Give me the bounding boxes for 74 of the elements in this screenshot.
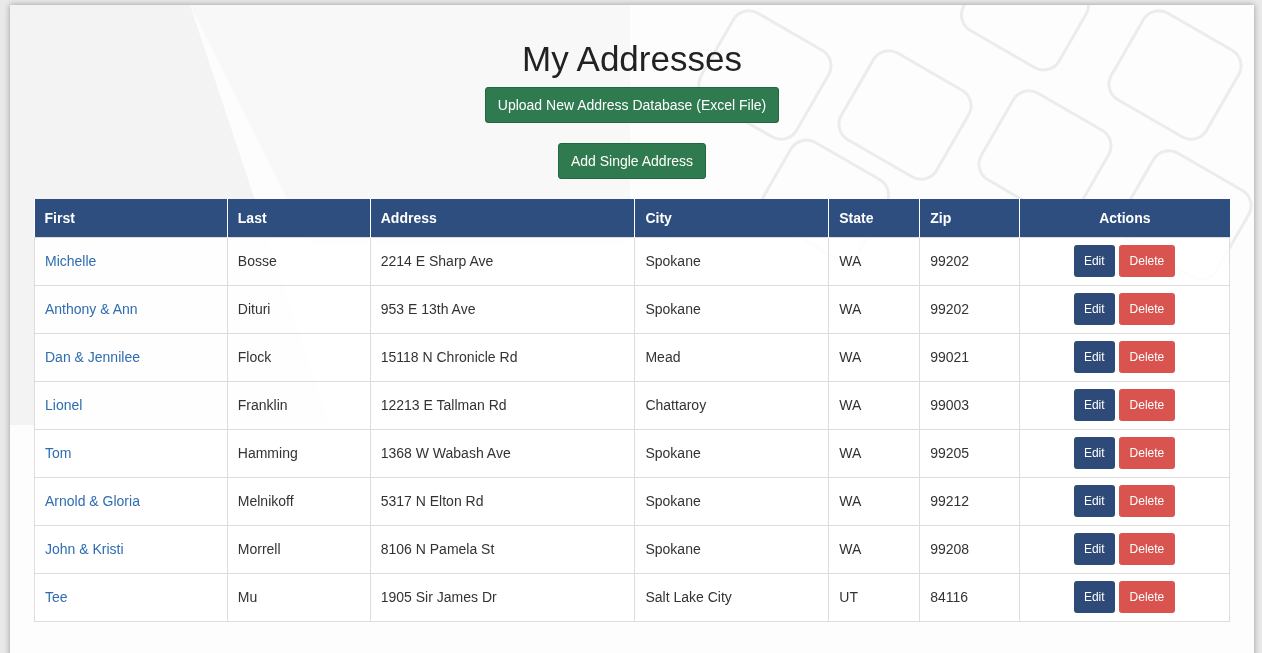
table-cell: Chattaroy: [645, 397, 707, 413]
edit-button[interactable]: Edit: [1073, 581, 1115, 613]
table-cell: 15118 N Chronicle Rd: [380, 349, 518, 365]
column-header: Address: [380, 209, 437, 226]
name-link[interactable]: John & Kristi: [45, 541, 124, 557]
table-cell: 1905 Sir James Dr: [380, 589, 497, 605]
edit-button[interactable]: Edit: [1073, 293, 1115, 325]
edit-button[interactable]: Edit: [1073, 437, 1115, 469]
table-cell: Mead: [645, 349, 681, 365]
column-header: Actions: [1099, 209, 1151, 226]
table-cell: Hamming: [237, 445, 298, 461]
table-cell: WA: [839, 301, 862, 317]
name-link[interactable]: Tee: [45, 589, 68, 605]
table-cell: 5317 N Elton Rd: [380, 493, 484, 509]
table-cell: 8106 N Pamela St: [380, 541, 495, 557]
table-cell: WA: [839, 541, 862, 557]
column-header: City: [645, 209, 672, 226]
table-cell: Mu: [237, 589, 258, 605]
table-cell: UT: [839, 589, 858, 605]
table-cell: WA: [839, 253, 862, 269]
name-link[interactable]: Arnold & Gloria: [45, 493, 140, 509]
table-cell: Spokane: [645, 253, 701, 269]
delete-button[interactable]: Delete: [1118, 533, 1176, 565]
table-cell: Melnikoff: [237, 493, 294, 509]
table-cell: 99208: [930, 541, 970, 557]
table-cell: Salt Lake City: [645, 589, 732, 605]
edit-button[interactable]: Edit: [1073, 485, 1115, 517]
delete-button[interactable]: Delete: [1118, 293, 1176, 325]
table-cell: Spokane: [645, 301, 701, 317]
delete-button[interactable]: Delete: [1118, 581, 1176, 613]
table-cell: 953 E 13th Ave: [380, 301, 476, 317]
delete-button[interactable]: Delete: [1118, 389, 1176, 421]
table-cell: 99003: [930, 397, 970, 413]
delete-button[interactable]: Delete: [1118, 341, 1176, 373]
column-header: Zip: [930, 209, 952, 226]
table-cell: Spokane: [645, 541, 701, 557]
delete-button[interactable]: Delete: [1118, 485, 1176, 517]
table-cell: Spokane: [645, 493, 701, 509]
edit-button[interactable]: Edit: [1073, 245, 1115, 277]
table-cell: WA: [839, 397, 862, 413]
table-cell: 99212: [930, 493, 970, 509]
table-cell: 2214 E Sharp Ave: [380, 253, 494, 269]
table-cell: Bosse: [237, 253, 277, 269]
table-cell: WA: [839, 493, 862, 509]
table-cell: Morrell: [237, 541, 281, 557]
add-address-button[interactable]: Add Single Address: [557, 143, 707, 179]
name-link[interactable]: Michelle: [45, 253, 97, 269]
name-link[interactable]: Lionel: [45, 397, 83, 413]
table-cell: 99202: [930, 301, 970, 317]
column-header: First: [44, 209, 75, 226]
table-cell: Franklin: [237, 397, 288, 413]
table-cell: Flock: [237, 349, 272, 365]
column-header: State: [839, 209, 874, 226]
table-cell: 99021: [930, 349, 970, 365]
table-cell: 84116: [930, 589, 969, 605]
table-cell: WA: [839, 445, 862, 461]
edit-button[interactable]: Edit: [1073, 389, 1115, 421]
delete-button[interactable]: Delete: [1118, 437, 1176, 469]
name-link[interactable]: Tom: [45, 445, 72, 461]
page-title: My Addresses: [522, 39, 742, 79]
edit-button[interactable]: Edit: [1073, 533, 1115, 565]
table-cell: Spokane: [645, 445, 701, 461]
upload-button[interactable]: Upload New Address Database (Excel File): [484, 87, 780, 123]
name-link[interactable]: Dan & Jennilee: [45, 349, 140, 365]
table-cell: WA: [839, 349, 862, 365]
name-link[interactable]: Anthony & Ann: [45, 301, 138, 317]
table-cell: 12213 E Tallman Rd: [380, 397, 507, 413]
delete-button[interactable]: Delete: [1118, 245, 1176, 277]
column-header: Last: [237, 209, 267, 226]
table-cell: 99205: [930, 445, 970, 461]
table-cell: 99202: [930, 253, 970, 269]
edit-button[interactable]: Edit: [1073, 341, 1115, 373]
table-cell: 1368 W Wabash Ave: [380, 445, 511, 461]
table-cell: Dituri: [237, 301, 271, 317]
